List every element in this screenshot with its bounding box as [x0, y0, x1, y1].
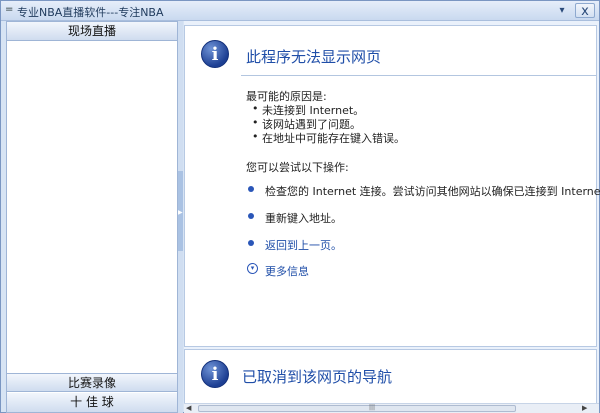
error-panel: i 此程序无法显示网页 最可能的原因是: 未连接到 Internet。 该网站遇… — [184, 25, 600, 347]
sidebar-tab-top-ten[interactable]: 十 佳 球 — [7, 393, 177, 412]
error-heading: 此程序无法显示网页 — [246, 48, 382, 66]
navigation-cancelled-panel: i 已取消到该网页的导航 — [184, 349, 597, 405]
bullet-icon — [248, 186, 254, 192]
action-check-connection: 检查您的 Internet 连接。尝试访问其他网站以确保已连接到 Interne… — [265, 185, 600, 198]
browser-content: i 此程序无法显示网页 最可能的原因是: 未连接到 Internet。 该网站遇… — [184, 21, 600, 413]
action-retype-address: 重新键入地址。 — [265, 212, 342, 225]
cause-item: 在地址中可能存在键入错误。 — [252, 130, 405, 146]
app-menu-icon[interactable]: = — [5, 5, 15, 15]
sidebar-tab-replays[interactable]: 比赛录像 — [7, 373, 177, 392]
window-title: 专业NBA直播软件---专注NBA — [17, 6, 164, 19]
actions-label: 您可以尝试以下操作: — [246, 161, 349, 174]
bullet-icon — [248, 213, 254, 219]
chevron-down-icon[interactable]: ▾ — [247, 263, 258, 274]
horizontal-scrollbar[interactable]: ◀ ||| ▶ — [184, 403, 599, 413]
sidebar-tab-live[interactable]: 现场直播 — [7, 22, 177, 41]
bullet-icon — [248, 240, 254, 246]
splitter[interactable]: ▶ — [178, 21, 183, 413]
back-link[interactable]: 返回到上一页。 — [265, 237, 342, 253]
scroll-left-icon[interactable]: ◀ — [186, 404, 191, 413]
info-icon: i — [201, 40, 229, 68]
title-bar: = 专业NBA直播软件---专注NBA ▾ x — [1, 1, 599, 21]
info-icon: i — [201, 360, 229, 388]
scroll-grip-icon: ||| — [369, 404, 376, 411]
heading-divider — [241, 75, 597, 76]
scroll-right-icon[interactable]: ▶ — [582, 404, 587, 413]
navigation-cancelled-heading: 已取消到该网页的导航 — [242, 368, 393, 386]
scroll-thumb[interactable]: ||| — [198, 404, 516, 412]
splitter-arrow-icon[interactable]: ▶ — [178, 209, 183, 216]
close-button[interactable]: x — [575, 3, 595, 19]
more-info-link[interactable]: 更多信息 — [265, 263, 309, 279]
app-window: = 专业NBA直播软件---专注NBA ▾ x 现场直播 比赛录像 十 佳 球 … — [0, 0, 600, 413]
sidebar: 现场直播 比赛录像 十 佳 球 — [6, 21, 178, 413]
minimize-button[interactable]: ▾ — [554, 3, 570, 18]
